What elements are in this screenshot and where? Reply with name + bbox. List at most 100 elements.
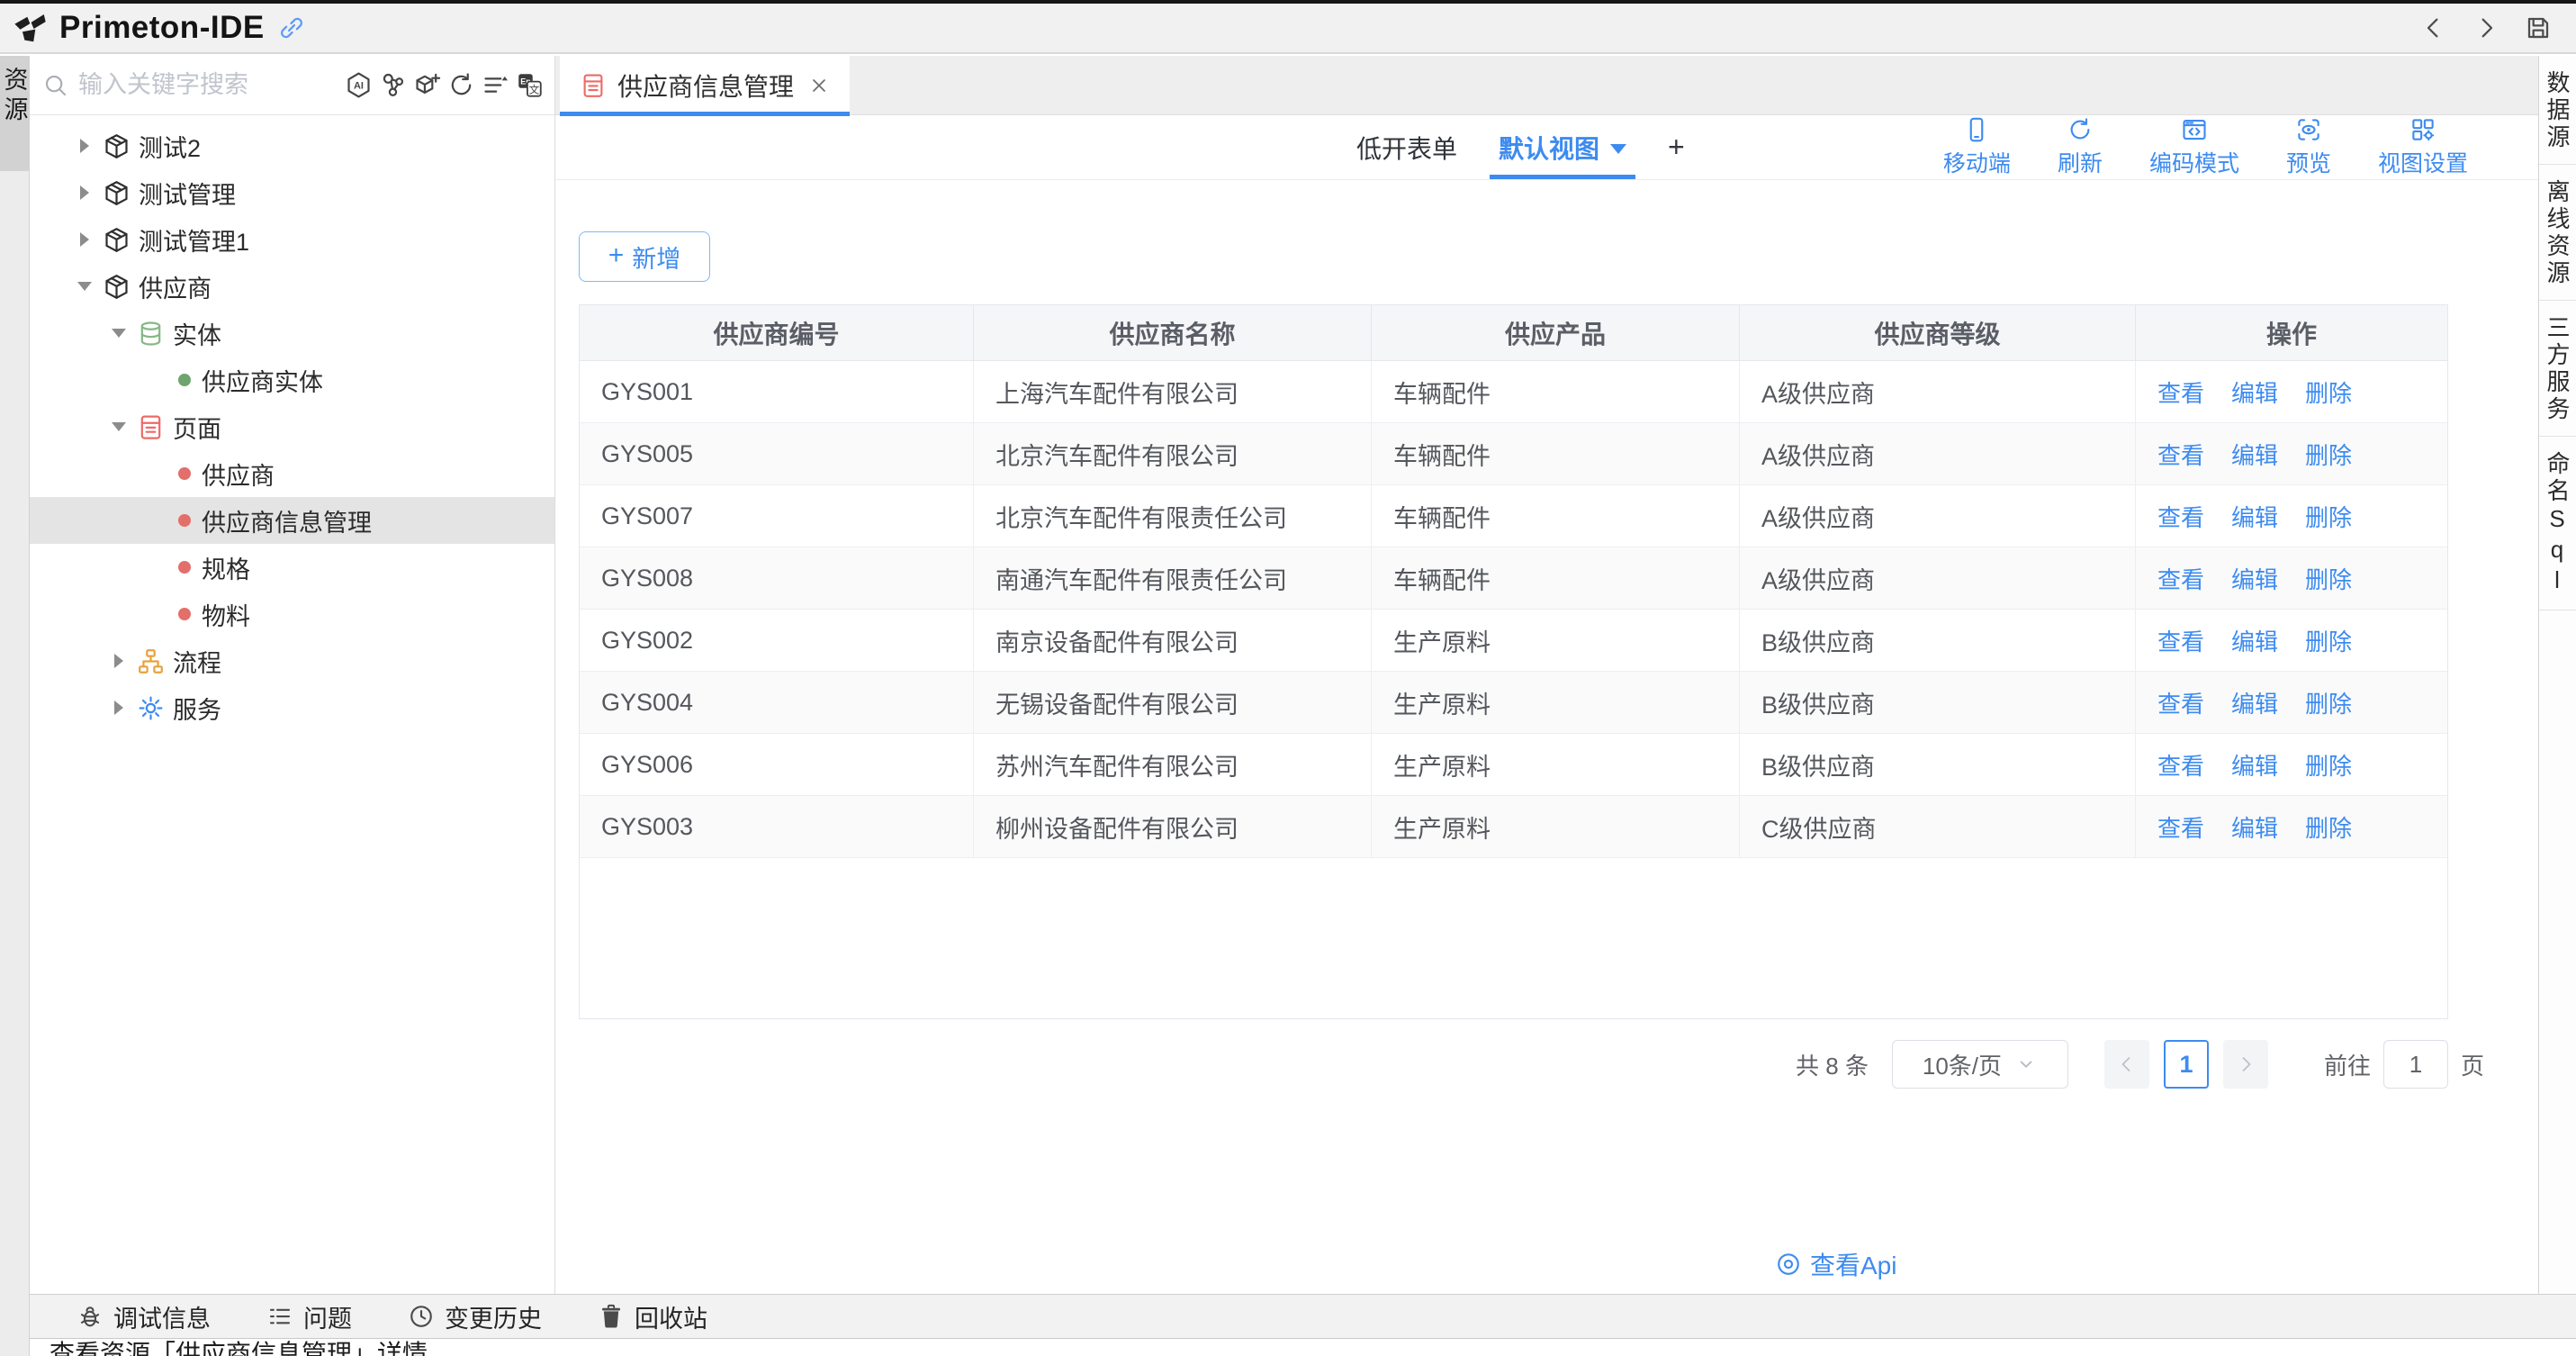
- row-action-编辑[interactable]: 编辑: [2231, 686, 2278, 719]
- save-icon[interactable]: [2524, 14, 2553, 42]
- ai-icon[interactable]: AI: [345, 71, 373, 99]
- tree-arrow-collapsed[interactable]: [73, 181, 96, 204]
- link-icon[interactable]: [277, 14, 306, 42]
- prev-page-button[interactable]: [2104, 1040, 2149, 1089]
- chevron-right-icon[interactable]: [2472, 14, 2500, 42]
- add-button[interactable]: + 新增: [579, 231, 710, 282]
- row-action-编辑[interactable]: 编辑: [2231, 438, 2278, 471]
- dot-red-icon: [178, 561, 191, 574]
- sort-icon[interactable]: [482, 71, 509, 99]
- activity-tab-resources[interactable]: 资源: [0, 56, 29, 171]
- right-panel-tab-数据源[interactable]: 数据源: [2539, 56, 2576, 165]
- search-input[interactable]: [78, 71, 345, 99]
- view-tab-default[interactable]: 默认视图: [1499, 115, 1626, 179]
- row-action-编辑[interactable]: 编辑: [2231, 624, 2278, 657]
- add-button-label: 新增: [632, 240, 680, 275]
- cell-product: 车辆配件: [1372, 361, 1740, 422]
- tree-arrow-expanded[interactable]: [107, 321, 131, 345]
- row-action-删除[interactable]: 删除: [2305, 748, 2352, 782]
- right-panel-tabs: 数据源离线资源三方服务命名Sql: [2538, 56, 2576, 1294]
- row-action-编辑[interactable]: 编辑: [2231, 375, 2278, 409]
- goto-page-input[interactable]: [2383, 1040, 2448, 1089]
- cell-grade: A级供应商: [1740, 547, 2136, 609]
- dot-green-icon: [178, 374, 191, 386]
- chevron-left-icon[interactable]: [2419, 14, 2448, 42]
- row-action-查看[interactable]: 查看: [2157, 375, 2204, 409]
- tree-item-供应商[interactable]: 供应商: [30, 263, 554, 310]
- tree-arrow-collapsed[interactable]: [73, 228, 96, 251]
- row-action-查看[interactable]: 查看: [2157, 810, 2204, 844]
- row-action-查看[interactable]: 查看: [2157, 748, 2204, 782]
- trash-icon: [598, 1303, 625, 1330]
- translate-icon[interactable]: En文: [516, 71, 544, 99]
- row-action-删除[interactable]: 删除: [2305, 686, 2352, 719]
- cell-name: 苏州汽车配件有限公司: [974, 734, 1372, 795]
- tree-item-测试管理[interactable]: 测试管理: [30, 169, 554, 216]
- row-action-删除[interactable]: 删除: [2305, 438, 2352, 471]
- bottom-bar-回收站[interactable]: 回收站: [598, 1299, 707, 1334]
- tree-arrow-collapsed[interactable]: [107, 696, 131, 719]
- bottom-bar-调试信息[interactable]: 调试信息: [77, 1299, 211, 1334]
- tree-item-流程[interactable]: 流程: [30, 637, 554, 684]
- row-action-编辑[interactable]: 编辑: [2231, 748, 2278, 782]
- view-api-link[interactable]: 查看Api: [1775, 1246, 1896, 1282]
- tree-item-测试2[interactable]: 测试2: [30, 122, 554, 169]
- tree-arrow-expanded[interactable]: [73, 275, 96, 298]
- tree-item-规格[interactable]: 规格: [30, 544, 554, 591]
- row-action-编辑[interactable]: 编辑: [2231, 562, 2278, 595]
- tree-item-供应商信息管理[interactable]: 供应商信息管理: [30, 497, 554, 544]
- view-toolbar: 低开表单 默认视图 + 移动端 刷新 编码模式预览视图设置: [555, 115, 2538, 180]
- row-action-编辑[interactable]: 编辑: [2231, 500, 2278, 533]
- current-page-button[interactable]: 1: [2164, 1040, 2209, 1089]
- tree-item-label: 供应商: [202, 457, 275, 492]
- view-action-视图设置[interactable]: 视图设置: [2378, 116, 2468, 178]
- tree-item-label: 供应商: [139, 269, 212, 304]
- view-action-label: 刷新: [2058, 146, 2103, 178]
- table-row-GYS006: GYS006苏州汽车配件有限公司生产原料B级供应商查看编辑删除: [580, 734, 2447, 796]
- tree-item-label: 测试2: [139, 129, 201, 164]
- row-action-删除[interactable]: 删除: [2305, 375, 2352, 409]
- row-action-查看[interactable]: 查看: [2157, 624, 2204, 657]
- cube-plus-icon[interactable]: [413, 71, 441, 99]
- view-action-编码模式[interactable]: 编码模式: [2149, 116, 2239, 178]
- tree-item-服务[interactable]: 服务: [30, 684, 554, 731]
- refresh-icon[interactable]: [447, 71, 475, 99]
- page-size-select[interactable]: 10条/页: [1892, 1040, 2068, 1089]
- right-panel-tab-离线资源[interactable]: 离线资源: [2539, 165, 2576, 301]
- tree-item-供应商[interactable]: 供应商: [30, 450, 554, 497]
- row-action-编辑[interactable]: 编辑: [2231, 810, 2278, 844]
- next-page-button[interactable]: [2223, 1040, 2268, 1089]
- row-action-删除[interactable]: 删除: [2305, 624, 2352, 657]
- row-action-删除[interactable]: 删除: [2305, 500, 2352, 533]
- tree-arrow-expanded[interactable]: [107, 415, 131, 438]
- view-action-移动端[interactable]: 移动端: [1943, 116, 2011, 178]
- cell-actions: 查看编辑删除: [2136, 485, 2447, 547]
- right-panel-tab-三方服务[interactable]: 三方服务: [2539, 301, 2576, 437]
- tree-item-测试管理1[interactable]: 测试管理1: [30, 216, 554, 263]
- close-icon[interactable]: [808, 75, 830, 96]
- tree-arrow-collapsed[interactable]: [73, 134, 96, 158]
- bottom-bar-变更历史[interactable]: 变更历史: [408, 1299, 542, 1334]
- bottom-bar-问题[interactable]: 问题: [266, 1299, 352, 1334]
- row-action-删除[interactable]: 删除: [2305, 810, 2352, 844]
- view-action-刷新[interactable]: 刷新: [2058, 116, 2103, 178]
- row-action-查看[interactable]: 查看: [2157, 500, 2204, 533]
- relation-icon[interactable]: [379, 71, 407, 99]
- row-action-查看[interactable]: 查看: [2157, 438, 2204, 471]
- tree-arrow-collapsed[interactable]: [107, 649, 131, 673]
- tree-item-页面[interactable]: 页面: [30, 403, 554, 450]
- tab-supplier-info[interactable]: 供应商信息管理: [560, 56, 850, 115]
- row-action-删除[interactable]: 删除: [2305, 562, 2352, 595]
- row-action-查看[interactable]: 查看: [2157, 562, 2204, 595]
- add-view-button[interactable]: +: [1668, 131, 1685, 164]
- tree-item-实体[interactable]: 实体: [30, 310, 554, 357]
- preview-icon: [2295, 116, 2322, 143]
- tree-item-物料[interactable]: 物料: [30, 591, 554, 637]
- cell-code: GYS006: [580, 734, 974, 795]
- cell-actions: 查看编辑删除: [2136, 796, 2447, 857]
- form-type-label: 低开表单: [1356, 130, 1457, 166]
- view-action-预览[interactable]: 预览: [2286, 116, 2331, 178]
- tree-item-供应商实体[interactable]: 供应商实体: [30, 357, 554, 403]
- right-panel-tab-命名Sql[interactable]: 命名Sql: [2539, 437, 2576, 610]
- row-action-查看[interactable]: 查看: [2157, 686, 2204, 719]
